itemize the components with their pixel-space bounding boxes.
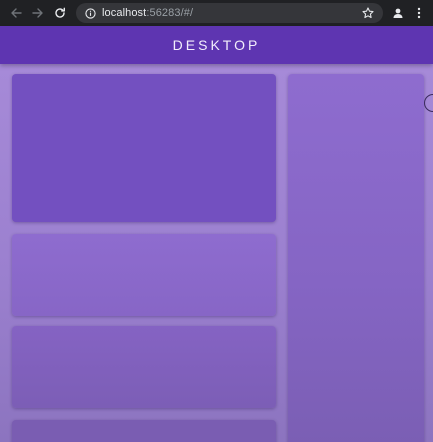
back-arrow-icon[interactable] xyxy=(8,5,24,21)
reload-icon[interactable] xyxy=(52,5,68,21)
primary-card xyxy=(12,74,276,222)
browser-toolbar: localhost:56283/#/ xyxy=(0,0,433,26)
kebab-menu-icon[interactable] xyxy=(412,5,426,21)
content-card-1 xyxy=(12,234,276,316)
content-card-2 xyxy=(12,326,276,408)
app-bar: DESKTOP xyxy=(0,26,433,64)
profile-icon[interactable] xyxy=(390,5,406,21)
url-path: :56283/#/ xyxy=(146,7,194,19)
side-panel-card xyxy=(288,74,424,442)
info-icon[interactable] xyxy=(84,7,96,19)
content-card-3 xyxy=(12,420,276,442)
url-host: localhost xyxy=(102,7,147,19)
page-content xyxy=(0,64,433,442)
forward-arrow-icon[interactable] xyxy=(30,5,46,21)
url-text[interactable]: localhost:56283/#/ xyxy=(102,3,193,23)
browser-window: localhost:56283/#/ DESKTOP xyxy=(0,0,433,442)
star-icon[interactable] xyxy=(361,6,375,20)
address-bar[interactable]: localhost:56283/#/ xyxy=(76,3,383,23)
app-title: DESKTOP xyxy=(172,37,261,53)
